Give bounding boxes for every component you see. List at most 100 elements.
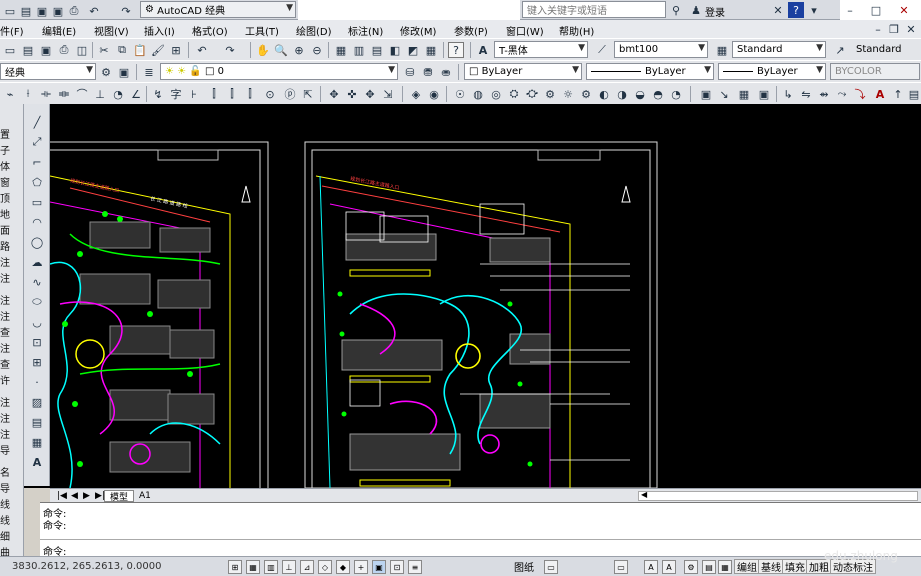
menu-draw[interactable]: 绘图(D) xyxy=(296,23,332,38)
palette-item[interactable]: 导 xyxy=(0,442,10,457)
tool-icon[interactable]: ⟊ xyxy=(20,86,36,102)
match-prop-icon[interactable]: 🖌 xyxy=(150,42,166,58)
table-tool-icon[interactable]: ▦ xyxy=(29,434,45,450)
dim-aligned-icon[interactable]: ⟚ xyxy=(56,86,72,102)
palette-item[interactable]: 地 xyxy=(0,206,10,221)
sheetset-icon[interactable]: ◧ xyxy=(387,42,403,58)
menu-tools[interactable]: 工具(T) xyxy=(245,23,279,38)
palette-item[interactable]: 名 xyxy=(0,464,10,479)
search-input[interactable]: 键入关键字或短语 xyxy=(522,1,666,18)
dim-linear-icon[interactable]: ⟛ xyxy=(38,86,54,102)
snap-icon[interactable]: ▦ xyxy=(246,560,260,574)
tool-icon[interactable]: ⫿ xyxy=(206,86,222,102)
layer-tool-icon[interactable]: ◉ xyxy=(426,86,442,102)
palette-item[interactable]: 线 xyxy=(0,496,10,511)
quick-view-icon[interactable]: ▭ xyxy=(544,560,558,574)
doc-close-icon[interactable]: ✕ xyxy=(903,21,919,37)
open-icon[interactable]: ▤ xyxy=(18,3,34,19)
layer-tool-icon[interactable]: ◒ xyxy=(632,86,648,102)
stretch-icon[interactable]: ⇲ xyxy=(380,86,396,102)
properties-icon[interactable]: ▦ xyxy=(333,42,349,58)
image-icon[interactable]: ▣ xyxy=(756,86,772,102)
ortho-icon[interactable]: ⊥ xyxy=(282,560,296,574)
quickcalc-icon[interactable]: ▦ xyxy=(423,42,439,58)
fill-button[interactable]: 填充 xyxy=(782,559,808,574)
copy-tool-icon[interactable]: ✜ xyxy=(344,86,360,102)
table-icon[interactable]: ▦ xyxy=(736,86,752,102)
print-icon[interactable]: ⎙ xyxy=(66,3,82,19)
login-label[interactable]: 登录 xyxy=(705,4,725,19)
toolbar-lock-icon[interactable]: ▦ xyxy=(718,560,732,574)
close-icon[interactable]: ✕ xyxy=(896,2,912,18)
binoculars-icon[interactable]: ⚲ xyxy=(668,2,684,18)
palette-item[interactable]: 子 xyxy=(0,142,10,157)
otrack-icon[interactable]: + xyxy=(354,560,368,574)
osnap-icon[interactable]: ◇ xyxy=(318,560,332,574)
tab-a1[interactable]: A1 xyxy=(134,490,156,502)
drawing-canvas[interactable]: 规划长江路主道路入口 长 江 路 道 路 线 规划长江路主道路入口 xyxy=(50,104,921,488)
block-editor-icon[interactable]: ⊞ xyxy=(168,42,184,58)
menu-help[interactable]: 帮助(H) xyxy=(559,23,594,38)
point-tool-icon[interactable]: · xyxy=(29,374,45,390)
palette-item[interactable]: 查 xyxy=(0,324,10,339)
minimize-icon[interactable]: – xyxy=(842,2,858,18)
palette-item[interactable]: 许 xyxy=(0,372,10,387)
menu-insert[interactable]: 插入(I) xyxy=(144,23,175,38)
linetype-combo[interactable]: ByLayer ▼ xyxy=(586,63,714,80)
palette-item[interactable]: 注 xyxy=(0,340,10,355)
scroll-left-icon[interactable]: ◀ xyxy=(641,490,647,499)
move-icon[interactable]: ✥ xyxy=(326,86,342,102)
hatch-tool-icon[interactable]: ▨ xyxy=(29,394,45,410)
palette-item[interactable]: 面 xyxy=(0,222,10,237)
tool-icon[interactable]: ⫿ xyxy=(224,86,240,102)
tool-icon[interactable]: ⌁ xyxy=(2,86,18,102)
palette-item[interactable]: 注 xyxy=(0,394,10,409)
layer-tool-icon[interactable]: ☼ xyxy=(560,86,576,102)
zoom-previous-icon[interactable]: ⊖ xyxy=(309,42,325,58)
mtext-tool-icon[interactable]: A xyxy=(29,454,45,470)
text-style-combo[interactable]: T-黑体 ▼ xyxy=(494,41,588,58)
menu-format[interactable]: 格式(O) xyxy=(192,23,228,38)
xline-tool-icon[interactable]: ⤢ xyxy=(29,134,45,150)
dyn-icon[interactable]: ⊡ xyxy=(390,560,404,574)
workspace-settings-icon[interactable]: ⚙ xyxy=(98,64,114,80)
menu-modify[interactable]: 修改(M) xyxy=(400,23,436,38)
tool-icon[interactable]: ⇋ xyxy=(798,86,814,102)
layer-state-icon[interactable]: ⛂ xyxy=(438,64,454,80)
workspace-switch-icon[interactable]: ⚙ xyxy=(684,560,698,574)
menu-window[interactable]: 窗口(W) xyxy=(506,23,544,38)
table-style-combo[interactable]: Standard ▼ xyxy=(732,41,826,58)
baseline-button[interactable]: 基线 xyxy=(758,559,784,574)
markup-icon[interactable]: ◩ xyxy=(405,42,421,58)
tool-icon[interactable]: ⤳ xyxy=(834,86,850,102)
workspace-save-icon[interactable]: ▣ xyxy=(116,64,132,80)
polyline-tool-icon[interactable]: ⌐ xyxy=(29,154,45,170)
tool-icon[interactable]: ↯ xyxy=(150,86,166,102)
tool-icon[interactable]: ↘ xyxy=(716,86,732,102)
palette-item[interactable]: 注 xyxy=(0,270,10,285)
menu-file[interactable]: 件(F) xyxy=(0,23,24,38)
help-tb-icon[interactable]: ? xyxy=(448,42,464,58)
color-combo[interactable]: □ ByLayer ▼ xyxy=(464,63,582,80)
zoom-realtime-icon[interactable]: 🔍 xyxy=(273,42,289,58)
palette-item[interactable]: 注 xyxy=(0,410,10,425)
menu-view[interactable]: 视图(V) xyxy=(94,23,129,38)
save-file-icon[interactable]: ▣ xyxy=(38,42,54,58)
palette-item[interactable]: 细 xyxy=(0,528,10,543)
ellipse-arc-tool-icon[interactable]: ◡ xyxy=(29,314,45,330)
palette-item[interactable]: 注 xyxy=(0,292,10,307)
palette-item[interactable]: 顶 xyxy=(0,190,10,205)
help-icon[interactable]: ? xyxy=(788,2,804,18)
ducs-icon[interactable]: ▣ xyxy=(372,560,386,574)
menu-parametric[interactable]: 参数(P) xyxy=(454,23,488,38)
palette-item[interactable]: 窗 xyxy=(0,174,10,189)
layer-previous-icon[interactable]: ⛃ xyxy=(420,64,436,80)
tool-icon[interactable]: ⇱ xyxy=(300,86,316,102)
copy-icon[interactable]: ⧉ xyxy=(114,42,130,58)
annotation-visibility-icon[interactable]: A xyxy=(644,560,658,574)
new-file-icon[interactable]: ▭ xyxy=(2,42,18,58)
tool-icon[interactable]: 字 xyxy=(168,86,184,102)
tool-icon[interactable]: ⇴ xyxy=(816,86,832,102)
grid-icon[interactable]: ▥ xyxy=(264,560,278,574)
palette-item[interactable]: 注 xyxy=(0,426,10,441)
